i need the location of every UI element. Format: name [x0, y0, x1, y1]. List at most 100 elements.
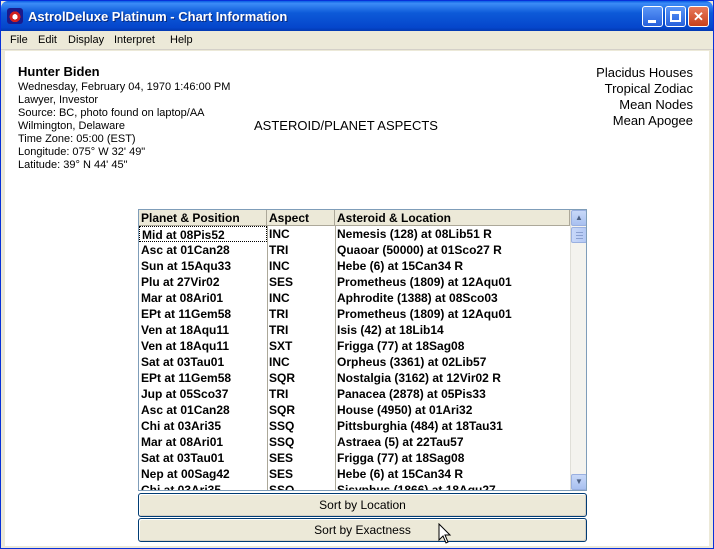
aspect-cell: SQR [269, 403, 296, 417]
maximize-icon [670, 11, 681, 22]
birth-place: Wilmington, Delaware [18, 120, 125, 132]
planet-position-cell: EPt at 11Gem58 [141, 307, 232, 321]
aspect-cell: SSQ [269, 435, 295, 449]
table-body: Mid at 08Pis52 INC Nemesis (128) at 08Lib5… [139, 226, 570, 491]
table-row[interactable]: Sat at 03Tau01 SES Frigga (77) at 18Sag08 [139, 450, 570, 466]
minimize-icon [648, 20, 656, 23]
sort-by-exactness-label: Sort by Exactness [314, 523, 411, 537]
table-row[interactable]: Sun at 15Aqu33 INC Hebe (6) at 15Can34 R [139, 258, 570, 274]
table-row[interactable]: Ven at 18Aqu11 SXT Frigga (77) at 18Sag08 [139, 338, 570, 354]
aspect-cell: SSQ [269, 419, 295, 433]
table-row[interactable]: Nep at 00Sag42 SES Hebe (6) at 15Can34 R [139, 466, 570, 482]
aspect-cell: TRI [269, 323, 289, 337]
table-row[interactable]: Ven at 18Aqu11 TRI Isis (42) at 18Lib14 [139, 322, 570, 338]
menu-file[interactable]: File [10, 34, 28, 46]
table-row[interactable]: EPt at 11Gem58 TRI Prometheus (1809) at 12… [139, 306, 570, 322]
table-row[interactable]: Mar at 08Ari01 INC Aphrodite (1388) at 08S… [139, 290, 570, 306]
planet-position-cell: Jup at 05Sco37 [141, 387, 229, 401]
table-row[interactable]: Jup at 05Sco37 TRI Panacea (2878) at 05Pis… [139, 386, 570, 402]
sort-by-exactness-button[interactable]: Sort by Exactness [138, 518, 587, 542]
menu-help[interactable]: Help [170, 34, 193, 46]
occupation: Lawyer, Investor [18, 94, 99, 106]
asteroid-location-cell: Quaoar (50000) at 01Sco27 R [337, 243, 502, 257]
asteroid-location-cell: Nemesis (128) at 08Lib51 R [337, 227, 492, 241]
asteroid-location-cell: Pittsburghia (484) at 18Tau31 [337, 419, 503, 433]
aspects-table[interactable]: Planet & Position Aspect Asteroid & Loca… [138, 209, 587, 491]
asteroid-location-cell: Astraea (5) at 22Tau57 [337, 435, 464, 449]
planet-position-cell: Asc at 01Can28 [141, 243, 230, 257]
asteroid-location-cell: Prometheus (1809) at 12Aqu01 [337, 275, 512, 289]
aspect-cell: INC [269, 355, 290, 369]
aspect-cell: SSQ [269, 483, 295, 491]
asteroid-location-cell: Isis (42) at 18Lib14 [337, 323, 444, 337]
aspect-cell: INC [269, 259, 290, 273]
planet-position-cell: EPt at 11Gem58 [141, 371, 232, 385]
planet-position-cell: Mid at 08Pis52 [139, 226, 267, 242]
menu-display[interactable]: Display [68, 34, 104, 46]
planet-position-cell: Mar at 08Ari01 [141, 291, 224, 305]
asteroid-location-cell: Prometheus (1809) at 12Aqu01 [337, 307, 512, 321]
table-row[interactable]: Sat at 03Tau01 INC Orpheus (3361) at 02Lib… [139, 354, 570, 370]
asteroid-location-cell: Panacea (2878) at 05Pis33 [337, 387, 486, 401]
aspect-cell: TRI [269, 387, 289, 401]
latitude: Latitude: 39° N 44' 45" [18, 159, 128, 171]
scroll-thumb[interactable] [571, 227, 586, 243]
title-bar[interactable]: AstrolDeluxe Platinum - Chart Informatio… [1, 1, 713, 31]
planet-position-cell: Ven at 18Aqu11 [141, 339, 230, 353]
sort-by-location-label: Sort by Location [319, 498, 406, 512]
planet-position-cell: Mar at 08Ari01 [141, 435, 224, 449]
grip-line [576, 235, 583, 236]
aspect-cell: TRI [269, 243, 289, 257]
column-header-planet[interactable]: Planet & Position [139, 210, 267, 226]
asteroid-location-cell: Sisyphus (1866) at 18Aqu27 [337, 483, 496, 491]
asteroid-location-cell: Frigga (77) at 18Sag08 [337, 451, 465, 465]
aspect-cell: TRI [269, 307, 289, 321]
aspect-cell: INC [269, 227, 290, 241]
planet-position-cell: Sat at 03Tau01 [141, 451, 225, 465]
asteroid-location-cell: Aphrodite (1388) at 08Sco03 [337, 291, 498, 305]
asteroid-location-cell: Nostalgia (3162) at 12Vir02 R [337, 371, 501, 385]
column-header-aspect[interactable]: Aspect [267, 210, 335, 226]
table-row[interactable]: Mar at 08Ari01 SSQ Astraea (5) at 22Tau57 [139, 434, 570, 450]
house-system: Placidus Houses [596, 65, 693, 80]
table-row[interactable]: Asc at 01Can28 TRI Quaoar (50000) at 01Sco… [139, 242, 570, 258]
asteroid-location-cell: House (4950) at 01Ari32 [337, 403, 473, 417]
planet-position-cell: Chi at 03Ari35 [141, 483, 222, 491]
close-button[interactable]: ✕ [688, 6, 709, 27]
longitude: Longitude: 075° W 32' 49" [18, 146, 146, 158]
table-row[interactable]: Mid at 08Pis52 INC Nemesis (128) at 08Lib5… [139, 226, 570, 242]
asteroid-location-cell: Hebe (6) at 15Can34 R [337, 259, 464, 273]
window-title: AstrolDeluxe Platinum - Chart Informatio… [28, 9, 288, 24]
minimize-button[interactable] [642, 6, 663, 27]
app-logo-icon[interactable] [7, 8, 23, 24]
maximize-button[interactable] [665, 6, 686, 27]
menu-interpret[interactable]: Interpret [114, 34, 155, 46]
sort-by-location-button[interactable]: Sort by Location [138, 493, 587, 517]
planet-position-cell: Sun at 15Aqu33 [141, 259, 232, 273]
aspect-cell: INC [269, 291, 290, 305]
table-row[interactable]: Chi at 03Ari35 SSQ Sisyphus (1866) at 18Aq… [139, 482, 570, 491]
scroll-up-button[interactable]: ▲ [571, 210, 586, 226]
asteroid-location-cell: Frigga (77) at 18Sag08 [337, 339, 465, 353]
column-header-asteroid[interactable]: Asteroid & Location [335, 210, 570, 226]
subject-name: Hunter Biden [18, 64, 100, 79]
menu-edit[interactable]: Edit [38, 34, 57, 46]
table-row[interactable]: EPt at 11Gem58 SQR Nostalgia (3162) at 12V… [139, 370, 570, 386]
apogee-type: Mean Apogee [612, 113, 693, 128]
vertical-scrollbar[interactable]: ▲ ▼ [570, 210, 586, 490]
node-type: Mean Nodes [619, 97, 693, 112]
menu-bar: File Edit Display Interpret Help [1, 31, 713, 50]
report-title: ASTEROID/PLANET ASPECTS [254, 118, 438, 133]
aspect-cell: SES [269, 467, 294, 481]
app-window: AstrolDeluxe Platinum - Chart Informatio… [0, 0, 714, 549]
planet-position-cell: Plu at 27Vir02 [141, 275, 220, 289]
table-row[interactable]: Plu at 27Vir02 SES Prometheus (1809) at 12… [139, 274, 570, 290]
aspect-cell: SES [269, 451, 294, 465]
aspect-cell: SQR [269, 371, 296, 385]
table-row[interactable]: Chi at 03Ari35 SSQ Pittsburghia (484) at 1… [139, 418, 570, 434]
scroll-down-button[interactable]: ▼ [571, 474, 586, 490]
table-row[interactable]: Asc at 01Can28 SQR House (4950) at 01Ari32 [139, 402, 570, 418]
asteroid-location-cell: Orpheus (3361) at 02Lib57 [337, 355, 487, 369]
grip-line [576, 232, 583, 233]
grip-line [576, 238, 583, 239]
